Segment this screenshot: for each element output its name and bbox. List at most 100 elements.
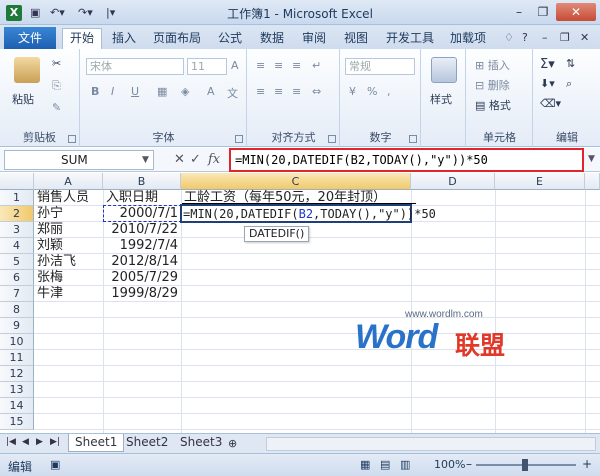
name-box[interactable]: SUM xyxy=(4,150,154,170)
sheet-tab-3[interactable]: Sheet3 xyxy=(174,434,228,452)
number-launcher-icon[interactable] xyxy=(409,135,417,143)
cell-b6[interactable]: 2005/7/29 xyxy=(104,270,178,286)
insert-function-icon[interactable]: fx xyxy=(208,152,220,167)
tab-formulas[interactable]: 公式 xyxy=(212,29,248,49)
cut-icon[interactable]: ✂ xyxy=(52,57,61,70)
row-header-14[interactable]: 14 xyxy=(0,398,34,414)
font-name-combo[interactable]: 宋体 xyxy=(86,58,184,75)
cell-a4[interactable]: 刘颖 xyxy=(37,238,63,254)
tab-data[interactable]: 数据 xyxy=(254,29,290,49)
zoom-in-icon[interactable]: + xyxy=(582,457,592,471)
currency-icon[interactable]: ¥ xyxy=(349,85,356,98)
row-header-11[interactable]: 11 xyxy=(0,350,34,366)
row-header-6[interactable]: 6 xyxy=(0,270,34,286)
font-launcher-icon[interactable] xyxy=(235,135,243,143)
alignment-launcher-icon[interactable] xyxy=(328,135,336,143)
macro-record-icon[interactable]: ▣ xyxy=(50,458,60,471)
styles-icon[interactable] xyxy=(431,57,457,83)
tab-review[interactable]: 审阅 xyxy=(296,29,332,49)
row-header-13[interactable]: 13 xyxy=(0,382,34,398)
align-top-icon[interactable]: ≡ xyxy=(256,59,265,72)
cell-b7[interactable]: 1999/8/29 xyxy=(104,286,178,302)
new-sheet-icon[interactable]: ⊕ xyxy=(228,437,237,450)
phonetic-icon[interactable]: 文 xyxy=(227,85,238,101)
close-button[interactable]: ✕ xyxy=(556,3,596,21)
tab-file[interactable]: 文件 xyxy=(4,27,56,49)
format-cells-button[interactable]: ▤ 格式 xyxy=(475,97,511,113)
align-bottom-icon[interactable]: ≡ xyxy=(292,59,301,72)
cell-a2[interactable]: 孙宁 xyxy=(37,206,63,222)
ribbon-minimize-icon[interactable]: ♢ xyxy=(504,31,514,44)
column-header-a[interactable]: A xyxy=(34,173,103,190)
insert-cells-button[interactable]: ⊞ 插入 xyxy=(475,57,510,73)
wrap-text-icon[interactable]: ↵ xyxy=(312,59,321,72)
font-color-icon[interactable]: A xyxy=(207,85,215,98)
formula-input[interactable]: =MIN(20,DATEDIF(B2,TODAY(),"y"))*50 xyxy=(229,148,584,172)
italic-icon[interactable]: I xyxy=(111,85,114,98)
cell-b3[interactable]: 2010/7/22 xyxy=(104,222,178,238)
align-middle-icon[interactable]: ≡ xyxy=(274,59,283,72)
column-header-d[interactable]: D xyxy=(411,173,495,190)
restore-button[interactable]: ❐ xyxy=(532,3,554,21)
first-sheet-icon[interactable]: |◀ xyxy=(6,437,16,447)
sheet-tab-1[interactable]: Sheet1 xyxy=(68,434,125,452)
cell-a6[interactable]: 张梅 xyxy=(37,270,63,286)
cancel-icon[interactable]: ✕ xyxy=(174,152,185,167)
zoom-out-icon[interactable]: – xyxy=(466,457,472,471)
cell-b5[interactable]: 2012/8/14 xyxy=(104,254,178,270)
cell-a5[interactable]: 孙洁飞 xyxy=(37,254,76,270)
select-all-corner[interactable] xyxy=(0,173,34,190)
normal-view-icon[interactable]: ▦ xyxy=(360,458,370,471)
autosum-icon[interactable]: Σ▾ xyxy=(540,57,555,72)
tab-view[interactable]: 视图 xyxy=(338,29,374,49)
grow-font-icon[interactable]: A xyxy=(231,59,239,72)
cell-a1[interactable]: 销售人员 xyxy=(37,190,89,206)
cell-a7[interactable]: 牛津 xyxy=(37,286,63,302)
cell-b1[interactable]: 入职日期 xyxy=(106,190,158,206)
sheet-tab-2[interactable]: Sheet2 xyxy=(120,434,174,452)
tab-insert[interactable]: 插入 xyxy=(106,29,142,49)
row-header-5[interactable]: 5 xyxy=(0,254,34,270)
delete-cells-button[interactable]: ⊟ 删除 xyxy=(475,77,510,93)
tab-developer[interactable]: 开发工具 xyxy=(380,29,440,49)
doc-minimize-icon[interactable]: – xyxy=(542,31,548,44)
tab-home[interactable]: 开始 xyxy=(62,28,102,49)
row-header-3[interactable]: 3 xyxy=(0,222,34,238)
paste-icon[interactable] xyxy=(14,57,40,83)
align-left-icon[interactable]: ≡ xyxy=(256,85,265,98)
row-header-2[interactable]: 2 xyxy=(0,206,34,222)
doc-restore-icon[interactable]: ❐ xyxy=(560,31,570,44)
row-header-4[interactable]: 4 xyxy=(0,238,34,254)
help-icon[interactable]: ? xyxy=(522,31,528,44)
row-header-9[interactable]: 9 xyxy=(0,318,34,334)
prev-sheet-icon[interactable]: ◀ xyxy=(22,437,29,447)
zoom-slider-thumb[interactable] xyxy=(522,459,528,471)
sort-filter-icon[interactable]: ⇅ xyxy=(566,57,575,70)
horizontal-scrollbar[interactable] xyxy=(266,437,596,451)
paste-label[interactable]: 粘贴 xyxy=(12,91,34,107)
clear-icon[interactable]: ⌫▾ xyxy=(540,97,561,110)
styles-button-label[interactable]: 样式 xyxy=(430,91,452,107)
row-header-10[interactable]: 10 xyxy=(0,334,34,350)
minimize-button[interactable]: – xyxy=(508,3,530,21)
comma-icon[interactable]: , xyxy=(387,85,391,98)
next-sheet-icon[interactable]: ▶ xyxy=(36,437,43,447)
expand-formula-bar-icon[interactable]: ▼ xyxy=(588,154,595,164)
row-header-12[interactable]: 12 xyxy=(0,366,34,382)
row-header-15[interactable]: 15 xyxy=(0,414,34,430)
cell-a3[interactable]: 郑丽 xyxy=(37,222,63,238)
tab-page-layout[interactable]: 页面布局 xyxy=(146,29,208,49)
last-sheet-icon[interactable]: ▶| xyxy=(50,437,60,447)
fill-color-icon[interactable]: ◈ xyxy=(181,85,189,98)
border-icon[interactable]: ▦ xyxy=(157,85,167,98)
column-header-c[interactable]: C xyxy=(181,173,411,190)
doc-close-icon[interactable]: ✕ xyxy=(580,31,589,44)
name-box-dropdown-icon[interactable]: ▼ xyxy=(142,155,149,165)
function-tooltip[interactable]: DATEDIF() xyxy=(244,226,310,242)
cell-b4[interactable]: 1992/7/4 xyxy=(104,238,178,254)
page-layout-view-icon[interactable]: ▤ xyxy=(380,458,390,471)
number-format-combo[interactable]: 常规 xyxy=(345,58,415,75)
underline-icon[interactable]: U xyxy=(131,85,139,98)
find-select-icon[interactable]: ⌕ xyxy=(566,77,572,91)
row-header-7[interactable]: 7 xyxy=(0,286,34,302)
